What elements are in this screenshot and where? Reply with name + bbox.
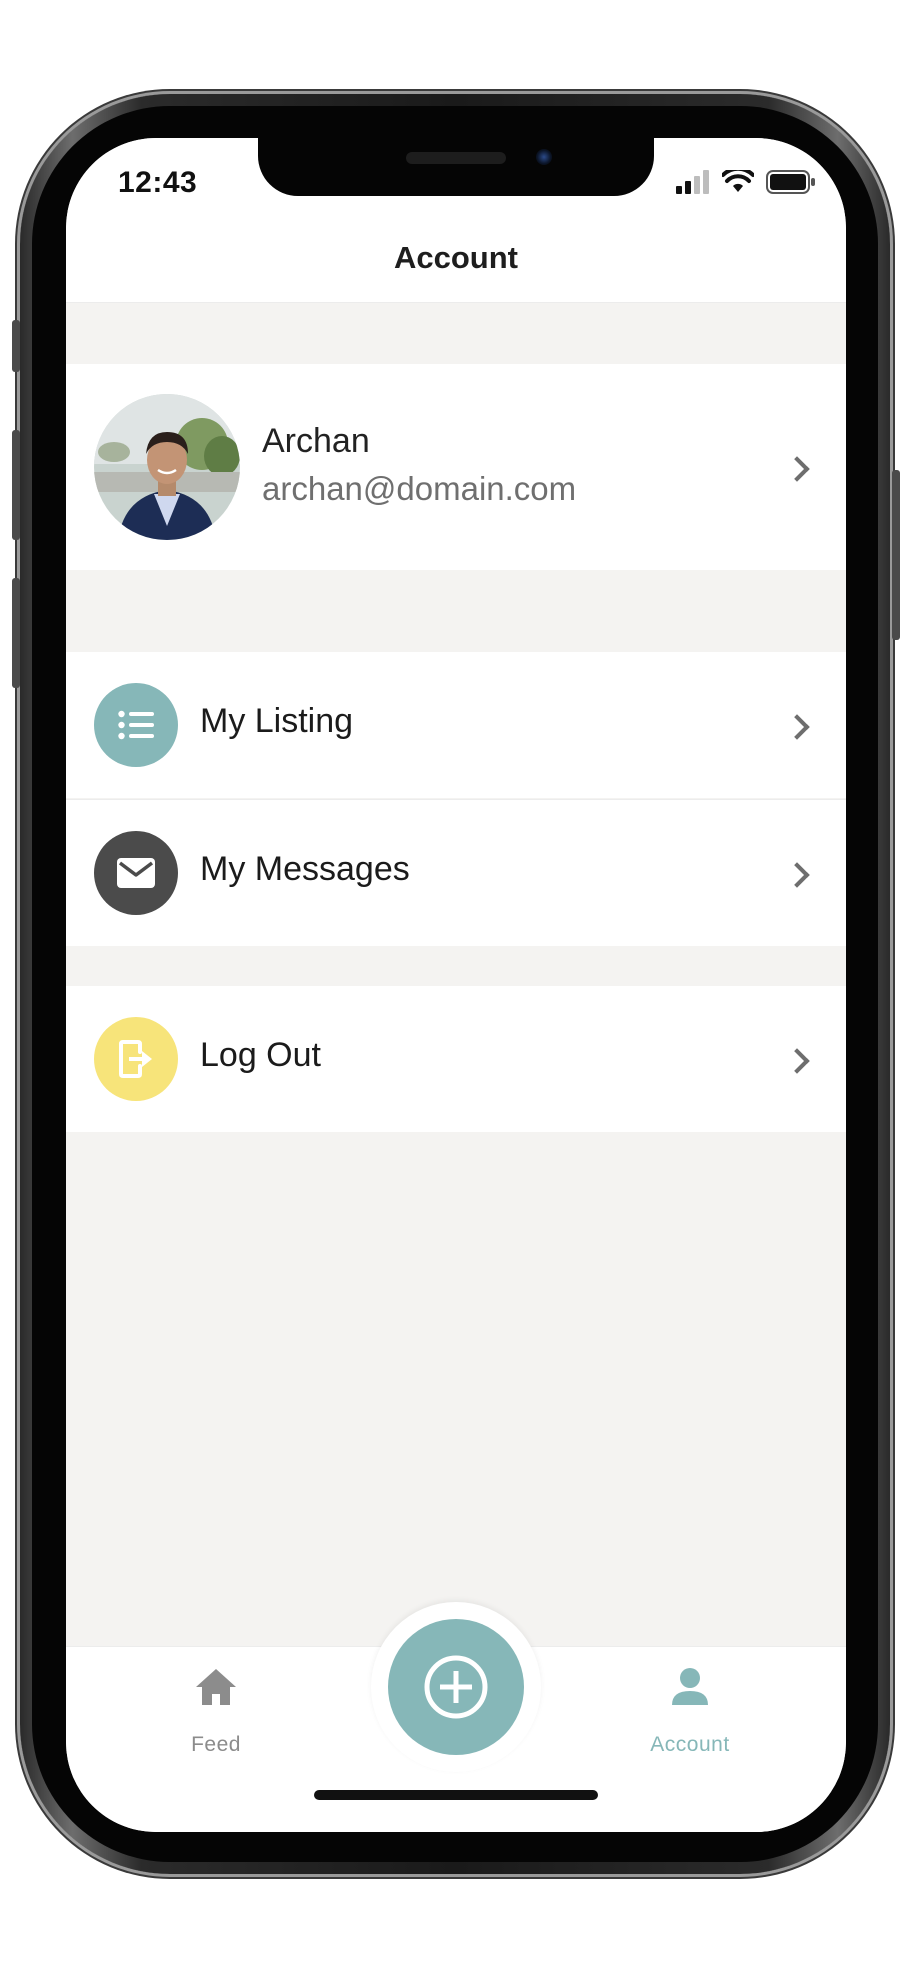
chevron-right-icon — [784, 1048, 810, 1074]
tab-feed[interactable]: Feed — [146, 1661, 286, 1761]
menu-item-my-messages[interactable]: My Messages — [66, 799, 846, 946]
menu-item-label: My Messages — [200, 850, 410, 888]
menu-item-my-listing[interactable]: My Listing — [66, 652, 846, 798]
menu-item-label: My Listing — [200, 702, 354, 740]
chevron-right-icon — [784, 456, 810, 482]
chevron-right-icon — [784, 714, 810, 740]
battery-icon — [766, 170, 815, 194]
notch — [258, 138, 654, 196]
page-title: Account — [394, 240, 518, 275]
profile-email: archan@domain.com — [262, 470, 577, 507]
envelope-icon — [94, 831, 178, 915]
list-icon — [94, 683, 178, 767]
mute-switch — [12, 320, 20, 372]
tab-account[interactable]: Account — [620, 1661, 760, 1761]
user-icon — [672, 1668, 708, 1705]
status-icons — [676, 170, 816, 194]
power-button — [892, 470, 900, 640]
avatar — [94, 394, 240, 540]
signal-icon — [676, 170, 709, 194]
home-icon — [196, 1669, 236, 1705]
volume-down-button — [12, 578, 20, 688]
menu-item-label: Log Out — [200, 1036, 321, 1074]
add-button[interactable] — [388, 1619, 524, 1755]
volume-up-button — [12, 430, 20, 540]
menu-item-log-out[interactable]: Log Out — [66, 986, 846, 1132]
chevron-right-icon — [784, 862, 810, 888]
tab-label: Feed — [191, 1733, 241, 1756]
add-icon — [424, 1655, 488, 1719]
front-camera — [536, 149, 552, 165]
wifi-icon — [722, 170, 754, 192]
phone-screen: 12:43 Account Archan archan@domain.com M… — [66, 138, 846, 1832]
profile-row[interactable]: Archan archan@domain.com — [66, 364, 846, 570]
app-page: 12:43 Account Archan archan@domain.com M… — [0, 0, 912, 1974]
logout-icon — [94, 1017, 178, 1101]
home-indicator[interactable] — [314, 1790, 598, 1800]
add-button-ring — [371, 1602, 541, 1772]
speaker-grille — [406, 152, 506, 164]
profile-name: Archan — [262, 422, 370, 460]
status-time: 12:43 — [118, 166, 198, 199]
nav-header: Account — [66, 220, 846, 303]
tab-label: Account — [650, 1733, 730, 1756]
status-bar: 12:43 — [66, 138, 846, 220]
